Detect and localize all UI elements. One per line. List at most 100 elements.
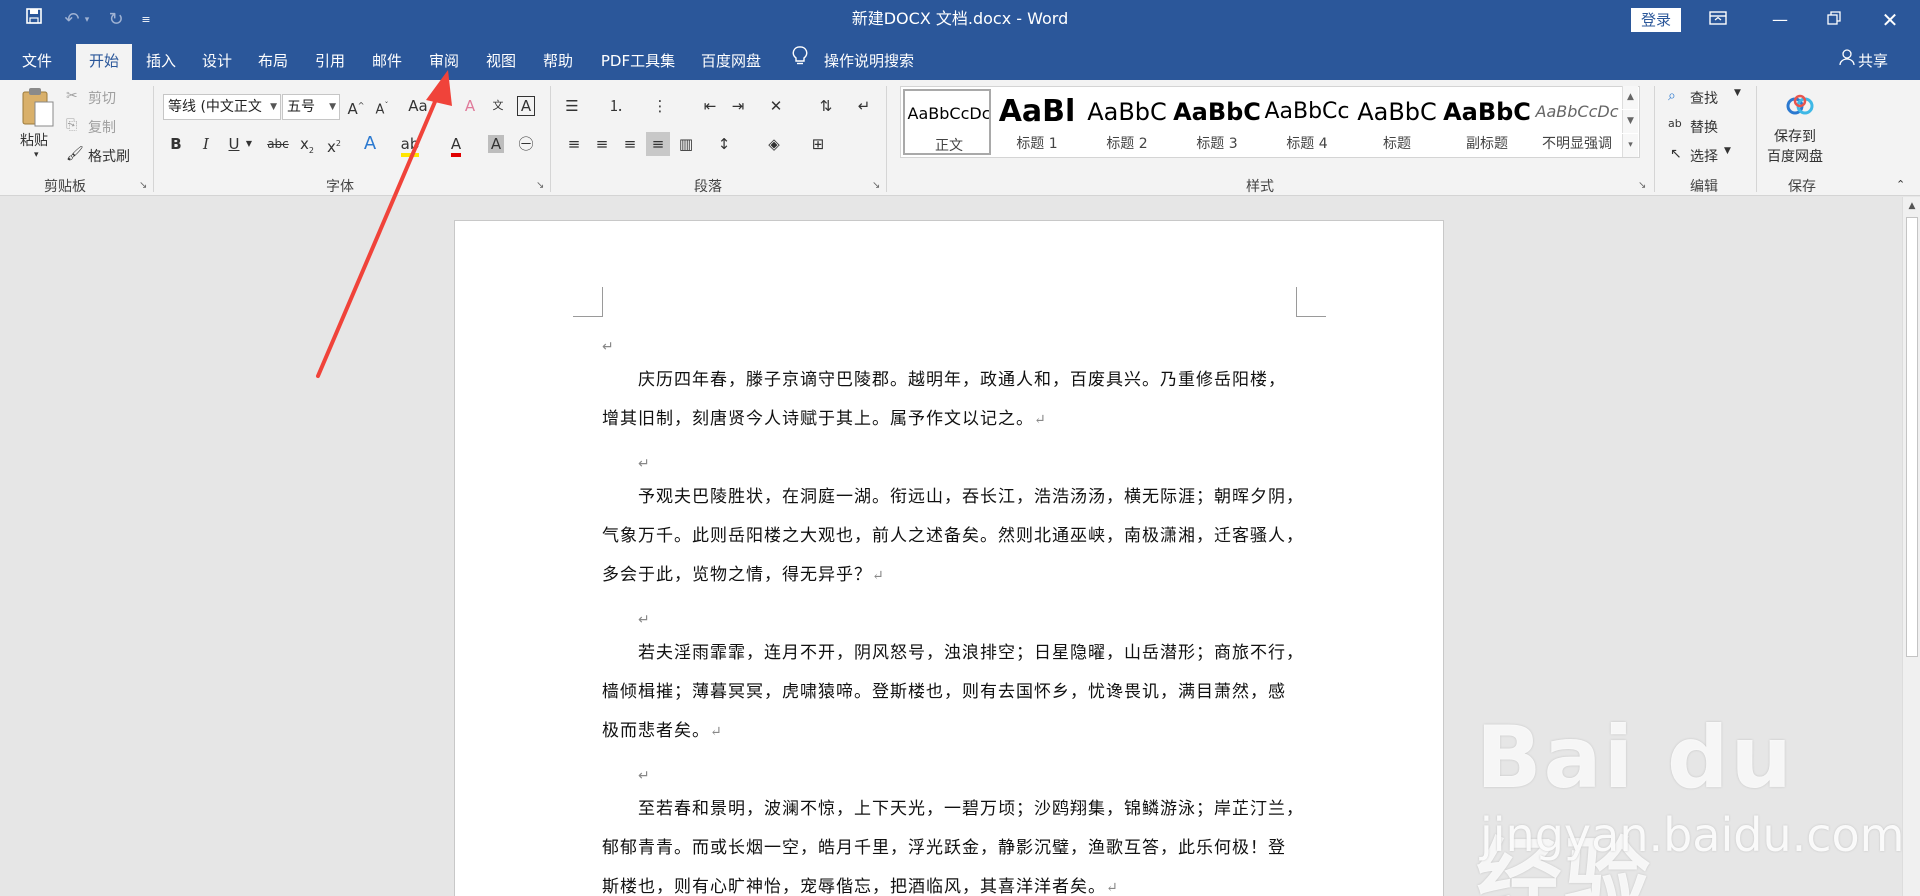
font-launcher-icon[interactable]: ↘ <box>536 180 548 192</box>
style-heading-4[interactable]: AaBbCc 标题 4 <box>1263 89 1351 155</box>
style-heading-3[interactable]: AaBbC 标题 3 <box>1173 89 1261 155</box>
strikethrough-icon[interactable]: abc <box>264 132 292 156</box>
tell-me-search[interactable]: 操作说明搜索 <box>824 44 914 80</box>
paragraph-launcher-icon[interactable]: ↘ <box>872 180 884 192</box>
paragraph-3[interactable]: 若夫淫雨霏霏，连月不开，阴风怒号，浊浪排空；日星隐曜，山岳潜形；商旅不行， 樯倾… <box>602 634 1303 751</box>
chinese-layout-icon[interactable]: ✕ <box>764 94 788 118</box>
shading-icon[interactable]: ◈ <box>762 132 786 156</box>
superscript-icon[interactable]: x2 <box>322 132 346 156</box>
tab-baidu-netdisk[interactable]: 百度网盘 <box>694 44 768 80</box>
tab-home[interactable]: 开始 <box>76 44 132 80</box>
line-spacing-icon[interactable]: ↕ <box>712 132 736 156</box>
enclose-characters-icon[interactable]: ㊀ <box>514 132 538 156</box>
document-page[interactable]: ↵ 庆历四年春，滕子京谪守巴陵郡。越明年，政通人和，百废具兴。乃重修岳阳楼， 增… <box>454 220 1444 896</box>
borders-icon[interactable]: ⊞ <box>806 132 830 156</box>
paragraph-1[interactable]: 庆历四年春，滕子京谪守巴陵郡。越明年，政通人和，百废具兴。乃重修岳阳楼， 增其旧… <box>602 361 1302 439</box>
tab-help[interactable]: 帮助 <box>535 44 581 80</box>
baidu-netdisk-icon[interactable] <box>1784 94 1816 120</box>
save-to-line1[interactable]: 保存到 <box>1774 126 1816 146</box>
undo-dropdown-icon[interactable]: ▾ <box>80 6 94 34</box>
copy-button[interactable]: 复制 <box>88 117 116 137</box>
clipboard-launcher-icon[interactable]: ↘ <box>139 180 151 192</box>
paste-button[interactable]: 粘贴 <box>20 130 48 150</box>
gallery-more-icon[interactable]: ▾ <box>1622 134 1638 157</box>
align-left-icon[interactable]: ≡ <box>562 132 586 156</box>
clear-formatting-icon[interactable]: A <box>458 94 482 118</box>
gallery-scroll-up-icon[interactable]: ▲ <box>1622 86 1638 109</box>
tab-insert[interactable]: 插入 <box>138 44 184 80</box>
select-dropdown-icon[interactable]: ▼ <box>1724 146 1731 156</box>
align-right-icon[interactable]: ≡ <box>618 132 642 156</box>
font-name-combo[interactable]: 等线 (中文正文 ▼ <box>163 94 281 120</box>
style-normal[interactable]: AaBbCcDc 正文 <box>903 89 991 155</box>
subscript-icon[interactable]: x2 <box>295 132 319 156</box>
collapse-ribbon-icon[interactable]: ⌃ <box>1896 178 1905 191</box>
increase-indent-icon[interactable]: ⇥ <box>726 94 750 118</box>
minimize-icon[interactable]: — <box>1752 0 1808 40</box>
tab-design[interactable]: 设计 <box>194 44 240 80</box>
cut-button[interactable]: 剪切 <box>88 88 116 108</box>
underline-icon[interactable]: U <box>222 132 246 156</box>
save-icon[interactable] <box>18 6 50 34</box>
show-marks-icon[interactable]: ↵ <box>852 94 876 118</box>
styles-launcher-icon[interactable]: ↘ <box>1638 180 1650 192</box>
style-subtitle[interactable]: AaBbC 副标题 <box>1443 89 1531 155</box>
format-painter-button[interactable]: 格式刷 <box>88 146 130 166</box>
phonetic-guide-icon[interactable]: 文 <box>486 94 510 118</box>
style-subtle-emphasis[interactable]: AaBbCcDc 不明显强调 <box>1533 89 1621 155</box>
paragraph-mark: ↵ <box>638 612 650 628</box>
tab-references[interactable]: 引用 <box>307 44 353 80</box>
numbering-icon[interactable]: ⒈ <box>604 94 628 118</box>
replace-button[interactable]: 替换 <box>1690 117 1718 137</box>
restore-icon[interactable] <box>1806 0 1862 40</box>
font-color-icon[interactable]: A <box>444 132 468 157</box>
tab-file[interactable]: 文件 <box>14 44 60 80</box>
select-button[interactable]: 选择 <box>1690 146 1718 166</box>
highlight-icon[interactable]: ab <box>398 132 422 157</box>
scrollbar-thumb[interactable] <box>1906 217 1918 657</box>
tab-pdf-tools[interactable]: PDF工具集 <box>594 44 682 80</box>
tab-layout[interactable]: 布局 <box>250 44 296 80</box>
align-center-icon[interactable]: ≡ <box>590 132 614 156</box>
style-heading-1[interactable]: AaBl 标题 1 <box>993 89 1081 155</box>
customize-qat-icon[interactable]: ≡ <box>134 6 158 34</box>
sort-icon[interactable]: ⇅ <box>814 94 838 118</box>
change-case-icon[interactable]: Aa <box>406 94 430 118</box>
paragraph-2[interactable]: 予观夫巴陵胜状，在洞庭一湖。衔远山，吞长江，浩浩汤汤，横无际涯；朝晖夕阴， 气象… <box>602 478 1303 595</box>
bold-icon[interactable]: B <box>164 132 188 156</box>
find-button[interactable]: 查找 <box>1690 88 1718 108</box>
bullets-icon[interactable]: ☰ <box>560 94 584 118</box>
underline-dropdown-icon[interactable]: ▼ <box>244 132 254 156</box>
style-title[interactable]: AaBbC 标题 <box>1353 89 1441 155</box>
tab-review[interactable]: 审阅 <box>421 44 467 80</box>
decrease-indent-icon[interactable]: ⇤ <box>698 94 722 118</box>
multilevel-list-icon[interactable]: ⋮ <box>648 94 672 118</box>
vertical-scrollbar[interactable]: ▲ <box>1902 197 1920 896</box>
paragraph-4[interactable]: 至若春和景明，波澜不惊，上下天光，一碧万顷；沙鸥翔集，锦鳞游泳；岸芷汀兰， 郁郁… <box>602 790 1303 896</box>
shrink-font-icon[interactable]: Aˇ <box>370 94 394 118</box>
font-size-combo[interactable]: 五号 ▼ <box>282 94 340 120</box>
find-dropdown-icon[interactable]: ▼ <box>1734 88 1741 98</box>
character-shading-icon[interactable]: A <box>484 132 508 156</box>
grow-font-icon[interactable]: A^ <box>344 94 368 118</box>
paste-icon[interactable] <box>18 86 58 130</box>
ribbon-display-options-icon[interactable] <box>1690 0 1746 40</box>
text-effects-icon[interactable]: A <box>358 132 382 156</box>
character-border-icon[interactable]: A <box>514 94 538 118</box>
share-button[interactable]: 共享 <box>1858 44 1888 80</box>
style-heading-2[interactable]: AaBbC 标题 2 <box>1083 89 1171 155</box>
justify-icon[interactable]: ≡ <box>646 132 670 156</box>
save-to-line2[interactable]: 百度网盘 <box>1767 146 1823 166</box>
redo-icon[interactable]: ↻ <box>100 6 132 34</box>
tab-mailings[interactable]: 邮件 <box>364 44 410 80</box>
document-area[interactable]: ↵ 庆历四年春，滕子京谪守巴陵郡。越明年，政通人和，百废具兴。乃重修岳阳楼， 增… <box>0 197 1902 896</box>
scroll-up-icon[interactable]: ▲ <box>1903 197 1920 215</box>
italic-icon[interactable]: I <box>194 132 218 156</box>
paste-dropdown-icon[interactable]: ▾ <box>34 150 39 160</box>
login-button[interactable]: 登录 <box>1631 8 1681 32</box>
font-name-value: 等线 (中文正文 <box>168 99 262 115</box>
tab-view[interactable]: 视图 <box>478 44 524 80</box>
close-icon[interactable]: ✕ <box>1862 0 1918 40</box>
gallery-scroll-down-icon[interactable]: ▼ <box>1622 110 1638 133</box>
distributed-icon[interactable]: ▥ <box>674 132 698 156</box>
